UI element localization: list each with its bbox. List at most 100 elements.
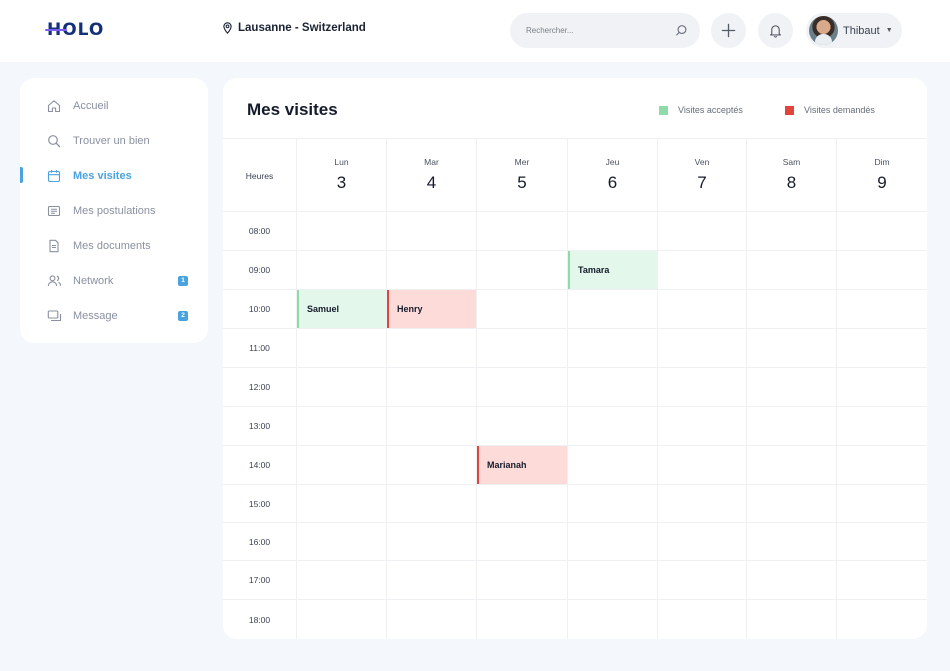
grid-divider	[386, 212, 387, 639]
day-column-jeu[interactable]: Jeu 6	[568, 139, 658, 212]
sidebar-item-accueil[interactable]: Accueil	[20, 88, 208, 123]
day-number: 6	[607, 173, 618, 192]
home-icon	[46, 98, 62, 114]
visit-event-tamara[interactable]: Tamara	[568, 251, 657, 289]
calendar-grid: 08:00 09:00 10:00 11:00 12:00 13:00 14:00 15:00…	[223, 212, 927, 639]
day-name: Sam	[782, 157, 801, 167]
time-row: 18:00	[223, 600, 927, 639]
visit-event-marianah[interactable]: Marianah	[477, 446, 567, 484]
sidebar-item-label: Mes postulations	[73, 204, 156, 217]
day-name: Mer	[514, 157, 530, 167]
sidebar-item-mes-visites[interactable]: Mes visites	[20, 158, 208, 193]
time-label: 10:00	[223, 290, 297, 328]
sidebar-item-mes-postulations[interactable]: Mes postulations	[20, 193, 208, 228]
plus-icon	[721, 23, 736, 38]
legend-requested: Visites demandés	[785, 105, 875, 115]
time-row: 08:00	[223, 212, 927, 251]
time-label: 13:00	[223, 407, 297, 445]
calendar-header: Heures Lun 3 Mar 4 Mer 5 Jeu 6 Ven 7 Sam 8 Dim 9	[223, 138, 927, 212]
sidebar-item-label: Network	[73, 274, 114, 287]
message-badge: 2	[178, 311, 188, 321]
day-number: 7	[697, 173, 707, 192]
time-row: 14:00	[223, 446, 927, 485]
time-label: 15:00	[223, 485, 297, 522]
time-label: 08:00	[223, 212, 297, 250]
grid-divider	[836, 212, 837, 639]
list-icon	[46, 203, 62, 219]
search-bar	[510, 13, 700, 48]
sidebar-item-network[interactable]: Network 1	[20, 263, 208, 298]
time-row: 13:00	[223, 407, 927, 446]
sidebar-item-label: Message	[73, 309, 118, 322]
hours-column-header: Heures	[223, 139, 297, 212]
search-input[interactable]	[526, 26, 675, 35]
day-number: 3	[336, 173, 347, 192]
day-column-mer[interactable]: Mer 5	[477, 139, 568, 212]
legend-requested-label: Visites demandés	[804, 105, 875, 115]
user-menu[interactable]: Thibaut ▼	[806, 13, 902, 48]
bell-icon	[770, 25, 781, 38]
time-label: 12:00	[223, 368, 297, 406]
location-text: Lausanne - Switzerland	[238, 22, 366, 34]
time-label: 18:00	[223, 600, 297, 639]
time-row: 16:00	[223, 523, 927, 561]
day-number: 9	[877, 173, 887, 192]
calendar-icon	[46, 168, 62, 184]
document-icon	[46, 238, 62, 254]
legend-accepted: Visites acceptés	[659, 105, 743, 115]
day-name: Ven	[694, 157, 710, 167]
visit-event-henry[interactable]: Henry	[387, 290, 476, 328]
location-selector[interactable]: Lausanne - Switzerland	[222, 22, 366, 34]
day-column-mar[interactable]: Mar 4	[387, 139, 477, 212]
day-number: 8	[786, 173, 797, 192]
users-icon	[46, 273, 62, 289]
visit-event-samuel[interactable]: Samuel	[297, 290, 386, 328]
add-button[interactable]	[711, 13, 746, 48]
sidebar-item-label: Mes documents	[73, 239, 151, 252]
message-icon	[46, 308, 62, 324]
sidebar-item-trouver-un-bien[interactable]: Trouver un bien	[20, 123, 208, 158]
day-column-sam[interactable]: Sam 8	[747, 139, 837, 212]
time-row: 17:00	[223, 561, 927, 600]
time-row: 11:00	[223, 329, 927, 368]
time-label: 09:00	[223, 251, 297, 289]
visit-event-label: Henry	[397, 304, 423, 314]
sidebar: Accueil Trouver un bien Mes visites Mes …	[20, 78, 208, 343]
day-column-lun[interactable]: Lun 3	[297, 139, 387, 212]
visit-event-label: Tamara	[578, 265, 610, 275]
visit-event-label: Marianah	[487, 460, 527, 470]
sidebar-item-label: Trouver un bien	[73, 134, 150, 147]
time-row: 12:00	[223, 368, 927, 407]
grid-divider	[746, 212, 747, 639]
sidebar-item-label: Mes visites	[73, 169, 132, 182]
user-name: Thibaut	[843, 24, 880, 37]
time-label: 17:00	[223, 561, 297, 599]
day-name: Lun	[334, 157, 349, 167]
logo-accent-bar	[45, 29, 67, 31]
calendar-panel: Mes visites Visites acceptés Visites dem…	[223, 78, 927, 639]
chevron-down-icon: ▼	[885, 27, 893, 34]
day-column-dim[interactable]: Dim 9	[837, 139, 927, 212]
day-name: Jeu	[605, 157, 620, 167]
grid-divider	[476, 212, 477, 639]
legend-requested-swatch	[785, 105, 794, 115]
visit-event-label: Samuel	[307, 304, 340, 314]
time-label: 11:00	[223, 329, 297, 367]
sidebar-item-label: Accueil	[73, 99, 109, 112]
day-column-ven[interactable]: Ven 7	[658, 139, 747, 212]
search-icon	[46, 133, 62, 149]
day-name: Mar	[424, 157, 439, 167]
sidebar-item-message[interactable]: Message 2	[20, 298, 208, 333]
top-header: HOLO Lausanne - Switzerland Thibaut ▼	[0, 0, 950, 62]
day-number: 4	[426, 173, 437, 192]
holo-logo[interactable]: HOLO	[45, 19, 104, 41]
network-badge: 1	[178, 276, 188, 286]
time-label: 16:00	[223, 523, 297, 560]
search-icon[interactable]	[675, 24, 688, 37]
sidebar-item-mes-documents[interactable]: Mes documents	[20, 228, 208, 263]
day-number: 5	[517, 173, 527, 192]
legend-accepted-swatch	[659, 105, 668, 115]
day-name: Dim	[874, 157, 890, 167]
notifications-button[interactable]	[758, 13, 793, 48]
page-title: Mes visites	[247, 100, 338, 119]
